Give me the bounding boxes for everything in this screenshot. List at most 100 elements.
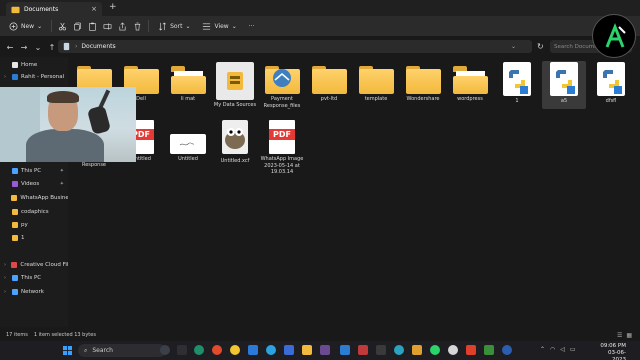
folder-icon bbox=[358, 66, 394, 94]
sidebar-item-creative-cloud[interactable]: › Creative Cloud Files bbox=[4, 260, 68, 270]
volume-icon[interactable]: ◁ bbox=[560, 346, 565, 353]
sort-button[interactable]: Sort ⌄ bbox=[155, 19, 193, 33]
file-item[interactable]: dfsfl bbox=[589, 62, 633, 105]
app-icon[interactable] bbox=[376, 345, 386, 355]
sidebar-item-codaphics[interactable]: codaphics bbox=[4, 207, 68, 217]
sidebar-item-onedrive[interactable]: › Rahit - Personal bbox=[4, 72, 68, 82]
gimp-file-icon bbox=[218, 118, 252, 156]
file-item[interactable]: pvt-ltd bbox=[307, 66, 351, 103]
address-bar[interactable]: › Documents ⌄ bbox=[58, 40, 532, 53]
file-item[interactable]: Payment Response_files bbox=[260, 66, 304, 109]
back-arrow-icon[interactable]: ← bbox=[6, 43, 14, 52]
new-tab-icon[interactable]: + bbox=[109, 2, 117, 12]
copy-icon[interactable] bbox=[73, 22, 82, 31]
file-item[interactable]: PDF WhatsApp Image 2023-05-14 at 19.03.1… bbox=[260, 120, 304, 176]
file-item[interactable]: Untitled bbox=[166, 134, 210, 163]
sidebar-item-whatsapp-business[interactable]: WhatsApp Business bbox=[4, 193, 68, 203]
file-item[interactable]: 1 bbox=[495, 62, 539, 105]
pdf-file-icon: PDF bbox=[269, 120, 295, 154]
address-dropdown-icon[interactable]: ⌄ bbox=[511, 43, 516, 50]
python-file-icon bbox=[550, 62, 578, 96]
vscode-icon[interactable] bbox=[340, 345, 350, 355]
app-icon[interactable] bbox=[394, 345, 404, 355]
file-name: Response bbox=[81, 162, 106, 168]
sidebar-item-network[interactable]: › Network bbox=[4, 287, 68, 297]
pdf-badge: PDF bbox=[269, 129, 295, 140]
new-button[interactable]: New ⌄ bbox=[6, 19, 45, 33]
store-icon[interactable] bbox=[248, 345, 258, 355]
new-label: New bbox=[21, 22, 35, 30]
file-name: My Data Sources bbox=[213, 102, 257, 108]
app-icon[interactable] bbox=[412, 345, 422, 355]
sidebar-item-videos[interactable]: Videos ✦ bbox=[4, 179, 68, 189]
sidebar-item-this-pc-pinned[interactable]: This PC ✦ bbox=[4, 166, 68, 176]
chevron-right-icon[interactable]: › bbox=[4, 289, 9, 295]
app-icon[interactable] bbox=[358, 345, 368, 355]
delete-icon[interactable] bbox=[133, 22, 142, 31]
chevron-up-icon[interactable]: ⌃ bbox=[540, 346, 545, 353]
close-tab-icon[interactable]: × bbox=[91, 5, 97, 13]
tab-documents[interactable]: Documents × bbox=[6, 2, 102, 16]
clock[interactable]: 09:06 PM 03-06-2023 bbox=[596, 343, 626, 360]
file-item[interactable]: li mat bbox=[166, 66, 210, 103]
title-bar: Documents × + bbox=[0, 0, 640, 16]
file-item[interactable]: template bbox=[354, 66, 398, 103]
folder-with-paper-icon bbox=[452, 66, 488, 94]
app-icon[interactable] bbox=[466, 345, 476, 355]
view-icon bbox=[203, 22, 211, 30]
app-icon[interactable] bbox=[320, 345, 330, 355]
telegram-icon[interactable] bbox=[266, 345, 276, 355]
tab-title: Documents bbox=[24, 5, 59, 13]
app-icon[interactable] bbox=[502, 345, 512, 355]
task-view-icon[interactable] bbox=[177, 345, 187, 355]
copilot-icon[interactable] bbox=[160, 345, 170, 355]
view-button[interactable]: View ⌄ bbox=[199, 19, 239, 33]
wifi-icon[interactable]: ◠ bbox=[550, 346, 555, 353]
rename-icon[interactable] bbox=[103, 22, 112, 31]
tiles-view-icon[interactable]: ▦ bbox=[626, 332, 632, 339]
edge-icon[interactable] bbox=[194, 345, 204, 355]
file-item-selected[interactable]: a5 bbox=[542, 61, 586, 109]
search-icon: ⌕ bbox=[84, 346, 88, 354]
battery-icon[interactable]: ▭ bbox=[570, 346, 576, 353]
chevron-right-icon[interactable]: › bbox=[4, 275, 9, 281]
file-item[interactable]: My Data Sources bbox=[213, 62, 257, 109]
chevron-right-icon: › bbox=[75, 43, 78, 50]
share-icon[interactable] bbox=[118, 21, 127, 31]
opera-icon[interactable] bbox=[212, 345, 222, 355]
webcam-overlay bbox=[0, 87, 136, 162]
photos-icon[interactable] bbox=[284, 345, 294, 355]
taskbar-search[interactable]: ⌕ Search bbox=[78, 344, 166, 357]
up-arrow-icon[interactable]: ↑ bbox=[48, 43, 56, 52]
sidebar-item-this-pc[interactable]: › This PC bbox=[4, 273, 68, 283]
file-item[interactable]: Untitled.xcf bbox=[213, 118, 257, 165]
sidebar-item-home[interactable]: Home bbox=[4, 60, 68, 70]
file-item[interactable]: Wondershare bbox=[401, 66, 445, 103]
chrome-icon[interactable] bbox=[230, 345, 240, 355]
paste-icon[interactable] bbox=[88, 22, 97, 31]
more-options-icon[interactable]: ··· bbox=[246, 19, 258, 33]
divider bbox=[148, 20, 150, 32]
recent-chevron-icon[interactable]: ⌄ bbox=[34, 43, 42, 52]
chevron-right-icon[interactable]: › bbox=[4, 262, 8, 268]
chevron-right-icon[interactable]: › bbox=[4, 74, 9, 80]
item-count: 17 items bbox=[6, 332, 28, 338]
chevron-down-icon: ⌄ bbox=[231, 22, 237, 30]
pin-icon: ✦ bbox=[59, 168, 64, 174]
file-name: li mat bbox=[180, 96, 196, 102]
refresh-icon[interactable]: ↻ bbox=[537, 42, 544, 51]
computer-icon bbox=[12, 168, 18, 174]
file-item[interactable]: wordpress bbox=[448, 66, 492, 103]
app-icon[interactable] bbox=[484, 345, 494, 355]
cut-icon[interactable] bbox=[58, 22, 67, 31]
forward-arrow-icon[interactable]: → bbox=[20, 43, 28, 52]
web-folder-icon bbox=[264, 66, 300, 94]
app-icon[interactable] bbox=[448, 345, 458, 355]
chevron-down-icon: ⌄ bbox=[37, 22, 43, 30]
windows-start-icon[interactable] bbox=[63, 346, 72, 355]
details-view-icon[interactable]: ☰ bbox=[617, 332, 622, 339]
whatsapp-icon[interactable] bbox=[430, 345, 440, 355]
file-explorer-icon[interactable] bbox=[302, 345, 312, 355]
sidebar-item-py[interactable]: py bbox=[4, 220, 68, 230]
sidebar-item-1[interactable]: 1 bbox=[4, 233, 68, 243]
